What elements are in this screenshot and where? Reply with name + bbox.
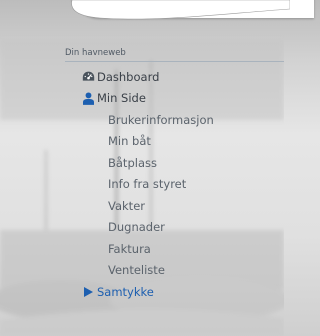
submenu-item-batplass[interactable]: Båtplass xyxy=(0,152,284,174)
submenu-label: Info fra styret xyxy=(108,177,187,192)
caret-right-icon xyxy=(81,285,95,299)
submenu-label: Min båt xyxy=(108,134,151,149)
submenu-label: Dugnader xyxy=(108,220,165,235)
section-header: Din havneweb xyxy=(65,48,284,62)
submenu-item-dugnader[interactable]: Dugnader xyxy=(0,217,284,239)
menu-item-min-side[interactable]: Min Side xyxy=(0,88,284,110)
submenu-label: Båtplass xyxy=(108,155,157,170)
submenu-item-vakter[interactable]: Vakter xyxy=(0,195,284,217)
submenu-item-info-fra-styret[interactable]: Info fra styret xyxy=(0,174,284,196)
submenu-item-venteliste[interactable]: Venteliste xyxy=(0,260,284,282)
submenu-item-min-bat[interactable]: Min båt xyxy=(0,131,284,153)
submenu-label: Vakter xyxy=(108,198,145,213)
menu-item-samtykke[interactable]: Samtykke xyxy=(0,281,284,303)
submenu-item-faktura[interactable]: Faktura xyxy=(0,238,284,260)
submenu-label: Venteliste xyxy=(108,263,165,278)
menu-item-dashboard-label: Dashboard xyxy=(97,69,160,84)
submenu-label: Faktura xyxy=(108,241,151,256)
sidebar-menu: Dashboard Min Side Brukerinformasjon Min… xyxy=(0,66,284,303)
menu-item-dashboard[interactable]: Dashboard xyxy=(0,66,284,88)
header-wave-decoration xyxy=(71,0,290,20)
menu-item-samtykke-label: Samtykke xyxy=(97,284,154,299)
menu-item-min-side-label: Min Side xyxy=(97,91,146,106)
submenu-label: Brukerinformasjon xyxy=(108,112,214,127)
dashboard-icon xyxy=(81,70,95,84)
user-icon xyxy=(81,91,95,105)
submenu-item-brukerinformasjon[interactable]: Brukerinformasjon xyxy=(0,109,284,131)
